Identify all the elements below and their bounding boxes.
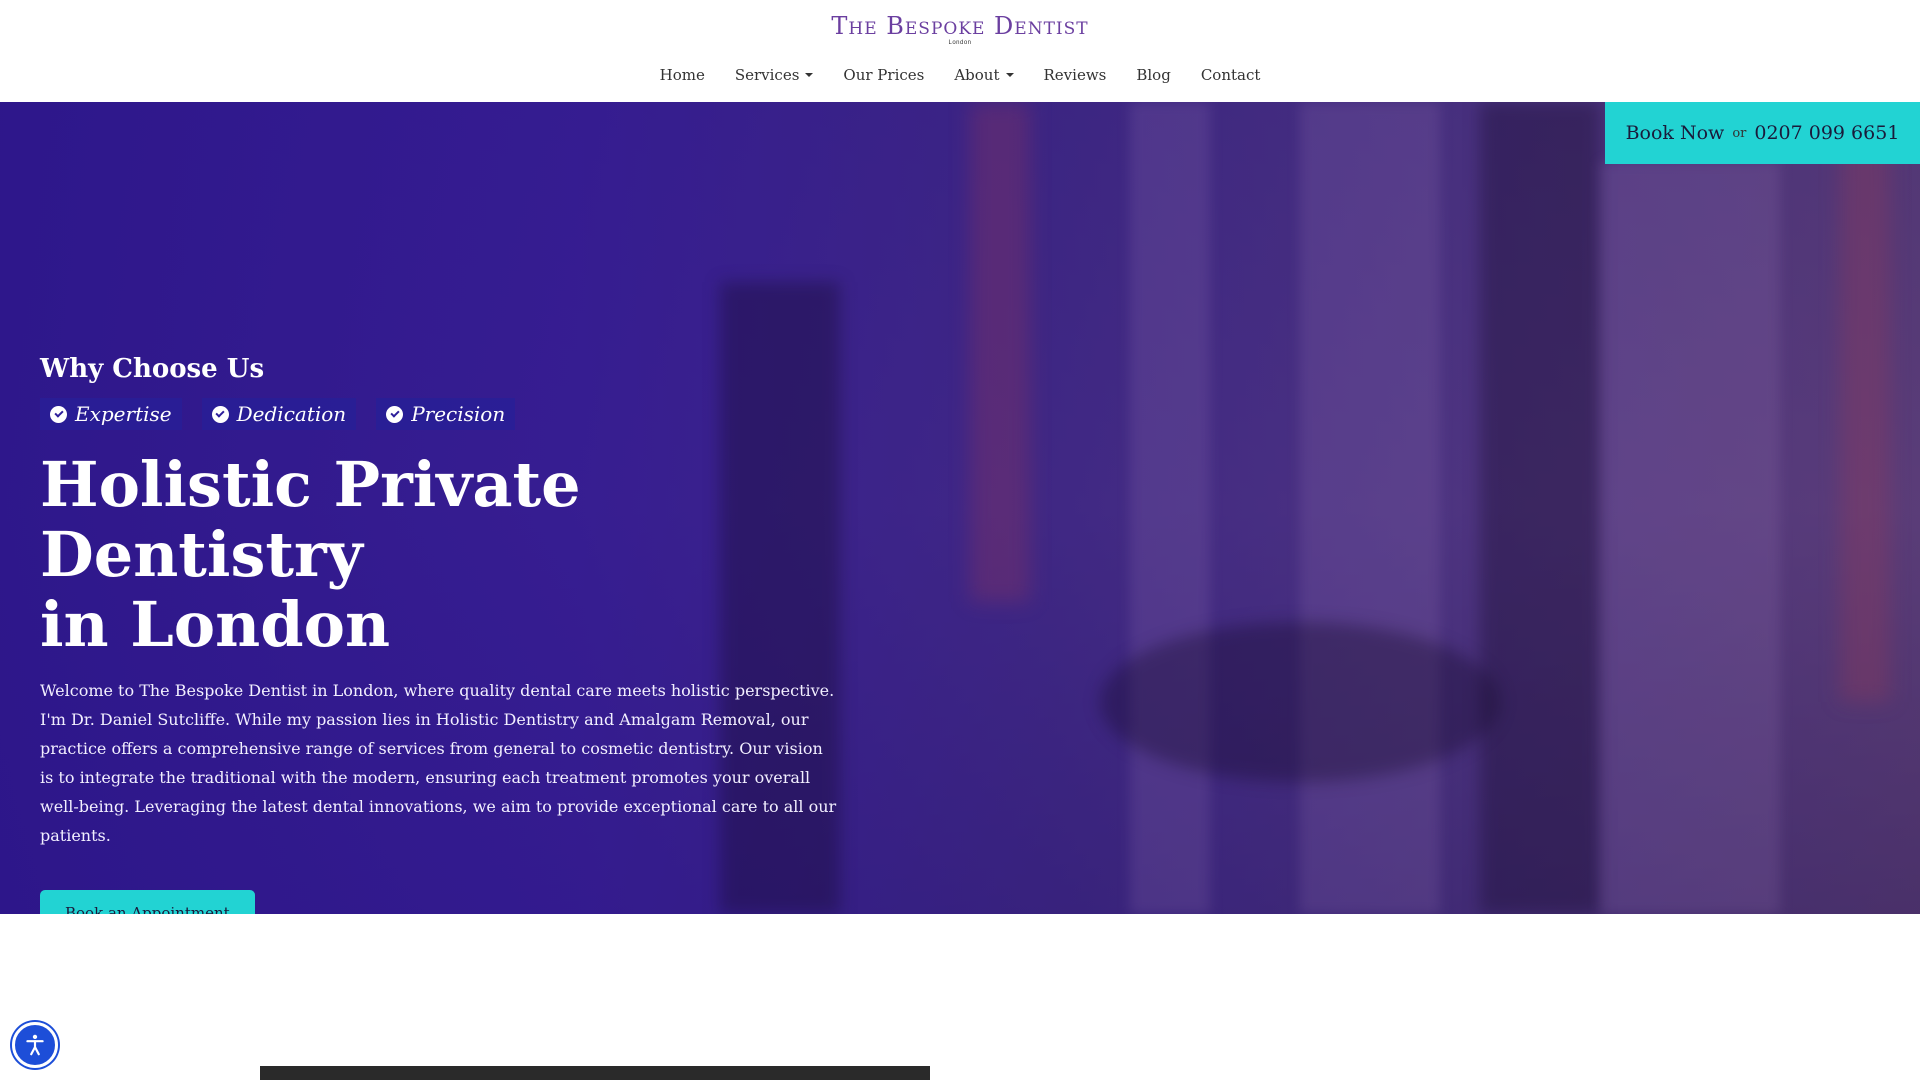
nav-blog[interactable]: Blog (1121, 66, 1185, 84)
check-circle-icon (386, 405, 404, 423)
nav-about[interactable]: About (939, 66, 1028, 84)
nav-our-prices[interactable]: Our Prices (828, 66, 939, 84)
nav-home-label: Home (659, 66, 705, 84)
headline-line-1: Holistic Private Dentistry (40, 448, 581, 591)
why-choose-us-heading: Why Choose Us (40, 354, 265, 384)
book-now-label: Book Now (1625, 122, 1725, 144)
nav-our-prices-label: Our Prices (843, 66, 925, 84)
hero-intro-text: Welcome to The Bespoke Dentist in London… (40, 681, 837, 845)
badge-expertise: Expertise (40, 398, 182, 430)
logo-title: The Bespoke Dentist (831, 12, 1089, 40)
badge-label: Precision (411, 402, 506, 426)
badge-dedication: Dedication (201, 398, 357, 430)
nav-contact-label: Contact (1200, 66, 1261, 84)
hero-bg-shape (1300, 102, 1440, 914)
check-circle-icon (50, 405, 67, 423)
book-now-bar[interactable]: Book Now or 0207 099 6651 (1605, 102, 1920, 164)
nav-reviews[interactable]: Reviews (1029, 66, 1122, 84)
feature-badges: Expertise Dedication Precision (40, 398, 840, 430)
check-circle-icon (211, 405, 229, 423)
headline-line-2: in London (40, 588, 391, 661)
hero-section: Why Choose Us Expertise Dedication Preci… (0, 102, 1920, 914)
hero-bg-shape (1130, 102, 1210, 914)
or-label: or (1732, 125, 1747, 141)
chevron-down-icon (805, 73, 814, 77)
hero-bg-shape (1480, 102, 1600, 914)
nav-services-label: Services (734, 66, 800, 84)
badge-label: Dedication (236, 402, 347, 426)
hero-bg-shape (1840, 102, 1890, 702)
chevron-down-icon (1005, 73, 1014, 77)
hero-bg-shape (1600, 162, 1780, 914)
badge-label: Expertise (75, 402, 172, 426)
nav-reviews-label: Reviews (1043, 66, 1107, 84)
site-logo[interactable]: The Bespoke Dentist London (0, 12, 1920, 46)
nav-contact[interactable]: Contact (1186, 66, 1276, 84)
nav-home[interactable]: Home (645, 66, 720, 84)
video-player[interactable] (260, 1066, 930, 1080)
hero-bg-shape (1100, 622, 1500, 782)
nav-blog-label: Blog (1136, 66, 1171, 84)
logo-subtitle: London (948, 40, 972, 46)
accessibility-icon (26, 1034, 44, 1056)
hero-bg-shape (970, 102, 1030, 602)
badge-precision: Precision (376, 398, 516, 430)
nav-about-label: About (954, 66, 1000, 84)
phone-number[interactable]: 0207 099 6651 (1754, 122, 1899, 144)
main-nav: Home Services Our Prices About Reviews B… (0, 66, 1920, 84)
hero-content: Why Choose Us Expertise Dedication Preci… (40, 354, 840, 914)
book-appointment-button[interactable]: Book an Appointment (40, 890, 255, 914)
accessibility-button[interactable] (12, 1022, 58, 1068)
site-header: The Bespoke Dentist London Home Services… (0, 0, 1920, 102)
nav-services[interactable]: Services (720, 66, 829, 84)
hero-headline: Holistic Private Dentistry in London (40, 450, 840, 660)
